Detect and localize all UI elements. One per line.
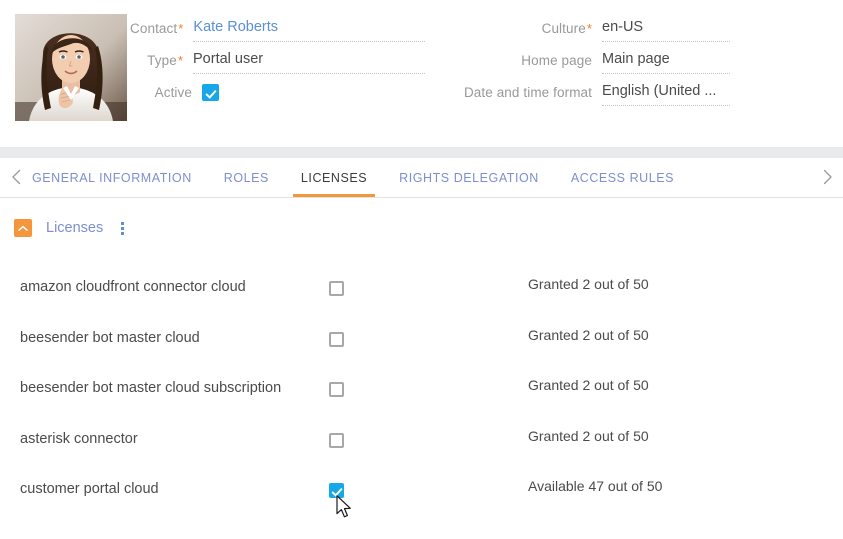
section-separator-band: [0, 147, 843, 158]
chevron-up-icon[interactable]: [14, 219, 32, 237]
license-name: beesender bot master cloud: [20, 329, 200, 346]
license-checkbox[interactable]: [329, 483, 344, 498]
license-name: beesender bot master cloud subscription: [20, 380, 282, 396]
field-active-label: Active: [154, 85, 192, 100]
field-contact-value[interactable]: Kate Roberts: [193, 18, 425, 41]
field-contact: Contact* Kate Roberts: [130, 18, 426, 50]
tab-general-information[interactable]: GENERAL INFORMATION: [32, 158, 192, 197]
avatar-image: [15, 14, 127, 121]
licenses-list: amazon cloudfront connector cloud Grante…: [0, 265, 843, 518]
licenses-section-header: Licenses: [0, 198, 843, 242]
field-date-time-format-label: Date and time format: [463, 85, 592, 100]
license-row: customer portal cloud Available 47 out o…: [0, 467, 843, 518]
field-underline: [193, 73, 425, 74]
field-type: Type* Portal user: [130, 50, 425, 82]
contact-photo[interactable]: [15, 14, 127, 121]
tab-licenses[interactable]: LICENSES: [292, 158, 376, 197]
field-home-page-value[interactable]: Main page: [602, 50, 730, 73]
field-type-label: Type*: [147, 53, 183, 68]
license-status: Granted 2 out of 50: [528, 276, 649, 292]
field-culture-value[interactable]: en-US: [602, 18, 730, 41]
tab-roles[interactable]: ROLES: [224, 158, 269, 197]
license-status: Granted 2 out of 50: [528, 427, 649, 444]
license-status: Granted 2 out of 50: [528, 326, 649, 343]
license-checkbox[interactable]: [329, 382, 344, 397]
header-fields-left: Contact* Kate Roberts Type* Portal user …: [130, 18, 426, 114]
required-asterisk: *: [586, 21, 592, 36]
field-contact-label: Contact*: [130, 21, 184, 36]
tab-bar: GENERAL INFORMATION ROLES LICENSES RIGHT…: [0, 158, 843, 198]
field-underline: [602, 41, 730, 42]
field-culture-label: Culture*: [541, 21, 592, 36]
tab-list: GENERAL INFORMATION ROLES LICENSES RIGHT…: [32, 158, 811, 197]
tab-access-rules[interactable]: ACCESS RULES: [571, 158, 674, 197]
required-asterisk: *: [178, 21, 184, 36]
active-checkbox[interactable]: [202, 84, 219, 101]
license-row: asterisk connector Granted 2 out of 50: [0, 417, 843, 468]
field-active: Active: [130, 82, 425, 114]
field-type-value[interactable]: Portal user: [193, 50, 425, 73]
field-date-time-format: Date and time format English (United ...: [440, 82, 730, 114]
field-home-page: Home page Main page: [440, 50, 730, 82]
license-checkbox[interactable]: [329, 432, 344, 448]
license-row: amazon cloudfront connector cloud Grante…: [0, 265, 843, 316]
license-name: asterisk connector: [20, 430, 138, 447]
field-date-time-format-value[interactable]: English (United ...: [602, 82, 730, 105]
license-checkbox[interactable]: [329, 281, 344, 296]
license-status: Available 47 out of 50: [528, 478, 663, 494]
field-underline: [602, 73, 730, 74]
license-name: amazon cloudfront connector cloud: [20, 279, 246, 295]
tab-rights-delegation[interactable]: RIGHTS DELEGATION: [399, 158, 539, 197]
record-header-card: Contact* Kate Roberts Type* Portal user …: [0, 0, 843, 147]
field-culture: Culture* en-US: [440, 18, 730, 50]
license-status: Granted 2 out of 50: [528, 377, 649, 393]
chevron-right-icon[interactable]: [811, 169, 843, 185]
license-checkbox[interactable]: [329, 331, 344, 347]
required-asterisk: *: [177, 53, 183, 68]
chevron-left-icon[interactable]: [0, 169, 32, 185]
licenses-section-title: Licenses: [46, 220, 104, 236]
license-row: beesender bot master cloud subscription …: [0, 366, 843, 417]
license-name: customer portal cloud: [20, 481, 159, 497]
field-underline: [602, 105, 730, 106]
field-underline: [193, 41, 426, 42]
kebab-menu-icon[interactable]: [121, 221, 125, 235]
header-fields-right: Culture* en-US Home page Main page Date …: [440, 18, 730, 114]
license-row: beesender bot master cloud Granted 2 out…: [0, 316, 843, 367]
field-home-page-label: Home page: [521, 53, 592, 68]
